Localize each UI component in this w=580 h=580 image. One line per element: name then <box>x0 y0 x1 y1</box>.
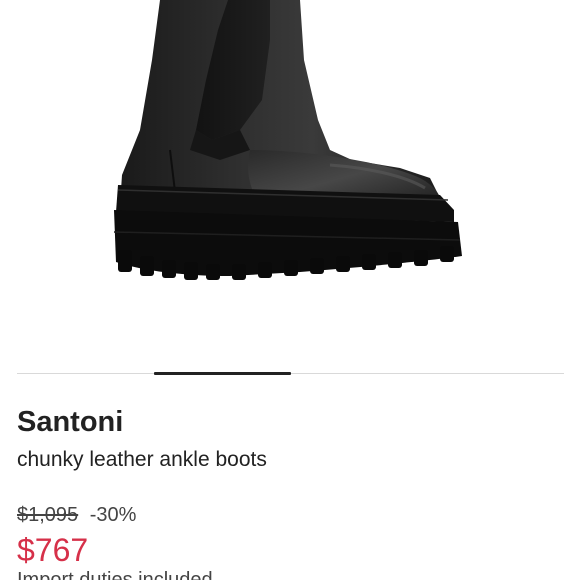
product-title: chunky leather ankle boots <box>17 448 267 471</box>
product-image[interactable] <box>0 0 580 350</box>
import-duties-note: Import duties included <box>17 569 213 580</box>
product-page: Santoni chunky leather ankle boots $1,09… <box>0 0 580 580</box>
carousel-track <box>17 373 564 374</box>
brand-name[interactable]: Santoni <box>17 404 123 440</box>
ankle-boot-image <box>113 0 462 280</box>
original-price-row: $1,095 -30% <box>17 502 136 528</box>
discount-badge: -30% <box>89 504 137 526</box>
carousel-indicator[interactable] <box>153 372 291 375</box>
sale-price: $767 <box>17 532 89 568</box>
original-price: $1,095 <box>17 504 79 526</box>
